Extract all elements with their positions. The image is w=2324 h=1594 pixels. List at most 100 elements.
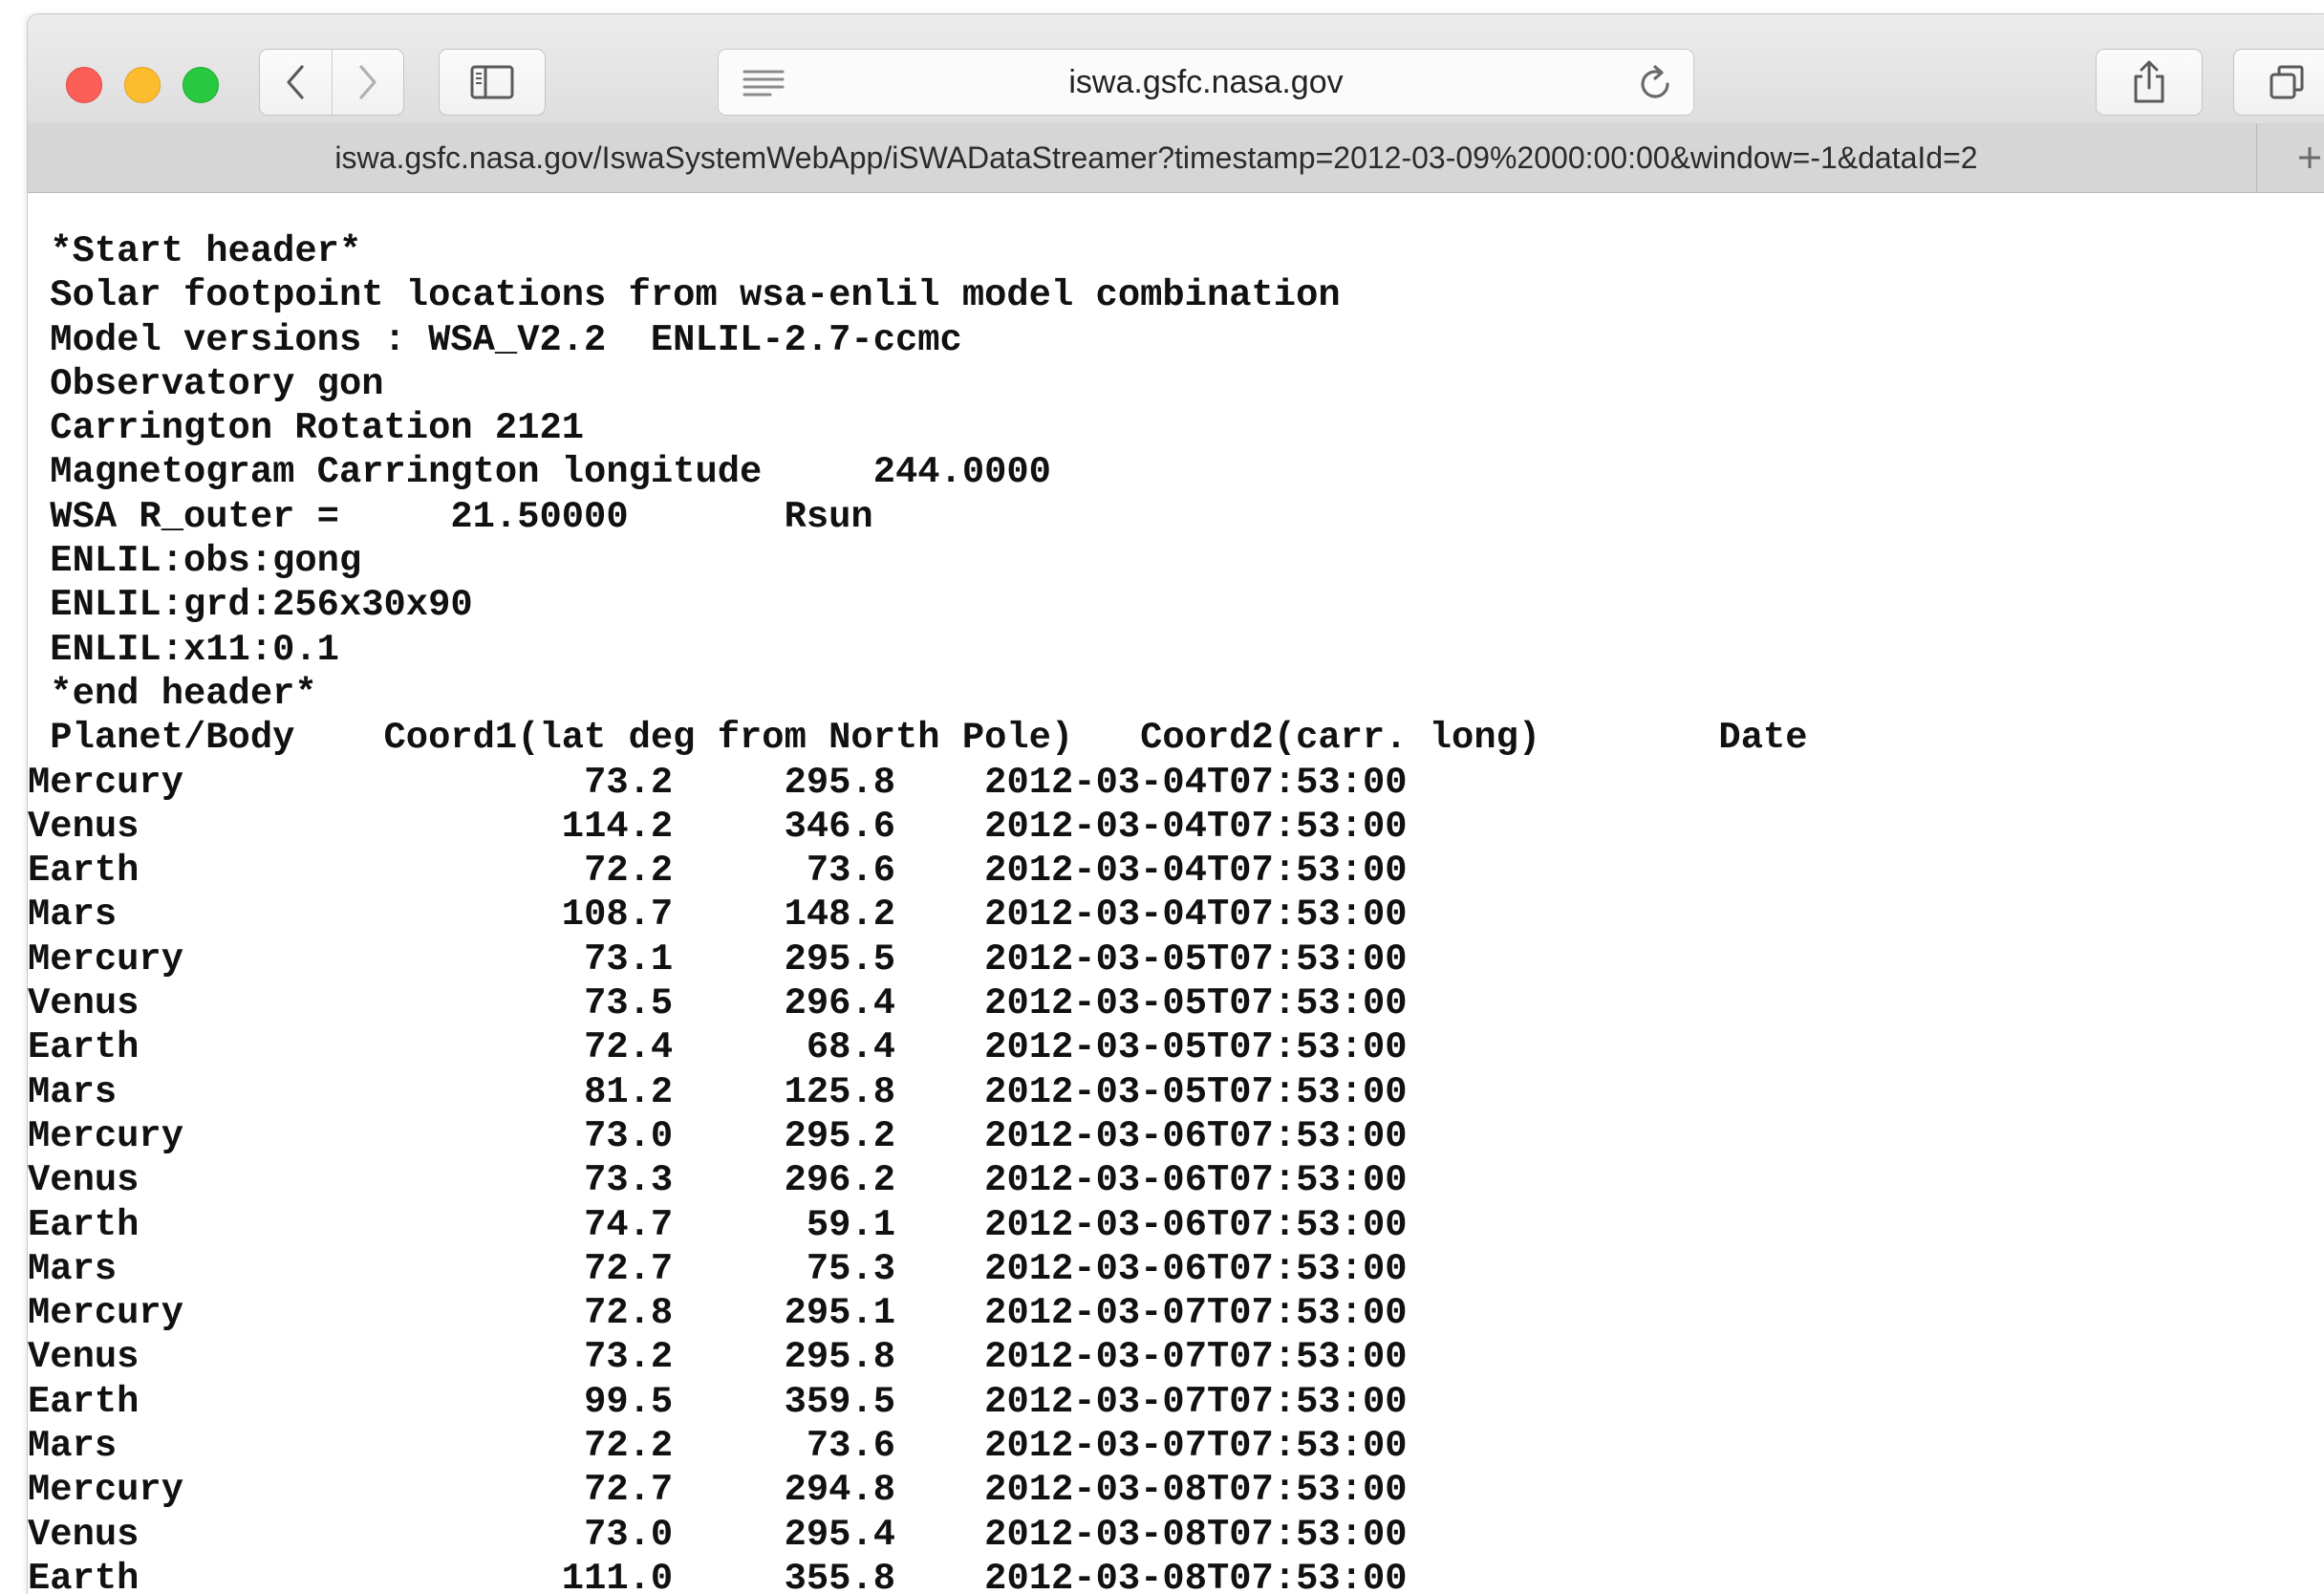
row-coord2: 359.5 bbox=[673, 1380, 896, 1423]
row-body: Venus bbox=[28, 982, 317, 1025]
page-content: *Start header* Solar footpoint locations… bbox=[28, 193, 2324, 1594]
row-coord1: 72.7 bbox=[539, 1247, 674, 1290]
header-line: *Start header* bbox=[28, 230, 362, 272]
row-coord2: 355.8 bbox=[673, 1557, 896, 1594]
header-line: Observatory gon bbox=[28, 362, 384, 405]
minimize-window-button[interactable] bbox=[124, 67, 161, 103]
row-coord1: 114.2 bbox=[539, 805, 674, 848]
table-row: Venus 73.0 295.4 2012-03-08T07:53:00 bbox=[28, 1513, 1808, 1557]
row-coord2: 296.4 bbox=[673, 982, 896, 1025]
row-date: 2012-03-05T07:53:00 bbox=[895, 937, 1408, 980]
row-date: 2012-03-07T07:53:00 bbox=[895, 1336, 1408, 1379]
table-row: Mars 72.2 73.6 2012-03-07T07:53:00 bbox=[28, 1424, 1808, 1468]
row-coord1: 72.2 bbox=[539, 850, 674, 893]
header-line: ENLIL:x11:0.1 bbox=[28, 628, 339, 671]
row-body: Venus bbox=[28, 805, 317, 848]
zoom-window-button[interactable] bbox=[183, 67, 219, 103]
row-date: 2012-03-08T07:53:00 bbox=[895, 1469, 1408, 1512]
data-text: *Start header* Solar footpoint locations… bbox=[28, 229, 1808, 1594]
browser-window: iswa.gsfc.nasa.gov iswa.gsfc.nasa.gov/Is… bbox=[27, 13, 2324, 1594]
row-date: 2012-03-07T07:53:00 bbox=[895, 1292, 1408, 1335]
row-coord2: 73.6 bbox=[673, 1425, 896, 1468]
row-coord1: 73.5 bbox=[539, 982, 674, 1025]
row-body: Mercury bbox=[28, 1469, 317, 1512]
header-line: Carrington Rotation 2121 bbox=[28, 407, 585, 450]
row-coord1: 73.2 bbox=[539, 761, 674, 804]
row-coord1: 74.7 bbox=[539, 1203, 674, 1246]
row-body: Mercury bbox=[28, 1292, 317, 1335]
chevron-right-icon bbox=[359, 65, 377, 99]
chevron-left-icon bbox=[287, 65, 304, 99]
row-date: 2012-03-07T07:53:00 bbox=[895, 1425, 1408, 1468]
row-body: Mercury bbox=[28, 1114, 317, 1157]
row-body: Earth bbox=[28, 1380, 317, 1423]
row-date: 2012-03-04T07:53:00 bbox=[895, 894, 1408, 937]
table-row: Mercury 73.2 295.8 2012-03-04T07:53:00 bbox=[28, 761, 1808, 805]
table-row: Earth 72.4 68.4 2012-03-05T07:53:00 bbox=[28, 1025, 1808, 1069]
row-coord2: 295.4 bbox=[673, 1513, 896, 1556]
row-coord1: 72.4 bbox=[539, 1026, 674, 1069]
table-row: Mars 72.7 75.3 2012-03-06T07:53:00 bbox=[28, 1247, 1808, 1291]
row-coord1: 108.7 bbox=[539, 894, 674, 937]
row-date: 2012-03-04T07:53:00 bbox=[895, 805, 1408, 848]
table-row: Venus 73.5 296.4 2012-03-05T07:53:00 bbox=[28, 981, 1808, 1025]
header-line: ENLIL:obs:gong bbox=[28, 540, 362, 583]
new-tab-button[interactable] bbox=[2256, 123, 2324, 192]
row-date: 2012-03-06T07:53:00 bbox=[895, 1247, 1408, 1290]
table-row: Venus 73.3 296.2 2012-03-06T07:53:00 bbox=[28, 1158, 1808, 1202]
row-coord1: 73.2 bbox=[539, 1336, 674, 1379]
sidebar-icon bbox=[470, 65, 514, 99]
row-date: 2012-03-08T07:53:00 bbox=[895, 1557, 1408, 1594]
row-coord2: 148.2 bbox=[673, 894, 896, 937]
table-row: Earth 74.7 59.1 2012-03-06T07:53:00 bbox=[28, 1203, 1808, 1247]
header-line: Solar footpoint locations from wsa-enlil… bbox=[28, 274, 1341, 317]
header-line: WSA R_outer = 21.50000 Rsun bbox=[28, 495, 873, 538]
plus-icon bbox=[2299, 147, 2320, 168]
close-window-button[interactable] bbox=[66, 67, 102, 103]
row-coord2: 75.3 bbox=[673, 1247, 896, 1290]
row-coord1: 73.3 bbox=[539, 1159, 674, 1202]
tabs-overview-icon bbox=[2270, 65, 2304, 99]
row-body: Venus bbox=[28, 1336, 317, 1379]
back-button[interactable] bbox=[260, 50, 333, 115]
row-body: Earth bbox=[28, 1557, 317, 1594]
tabs-overview-button[interactable] bbox=[2233, 49, 2324, 116]
row-body: Earth bbox=[28, 850, 317, 893]
row-body: Venus bbox=[28, 1159, 317, 1202]
table-row: Mercury 73.1 295.5 2012-03-05T07:53:00 bbox=[28, 937, 1808, 981]
row-body: Mars bbox=[28, 1070, 317, 1113]
row-coord1: 81.2 bbox=[539, 1070, 674, 1113]
header-line: Model versions : WSA_V2.2 ENLIL-2.7-ccmc bbox=[28, 318, 962, 361]
reload-icon[interactable] bbox=[1636, 63, 1674, 103]
share-button[interactable] bbox=[2096, 49, 2203, 116]
row-body: Mercury bbox=[28, 761, 317, 804]
table-row: Mercury 72.8 295.1 2012-03-07T07:53:00 bbox=[28, 1291, 1808, 1335]
table-row: Mars 108.7 148.2 2012-03-04T07:53:00 bbox=[28, 893, 1808, 937]
row-coord2: 73.6 bbox=[673, 850, 896, 893]
row-coord2: 294.8 bbox=[673, 1469, 896, 1512]
row-coord1: 99.5 bbox=[539, 1380, 674, 1423]
table-row: Mercury 72.7 294.8 2012-03-08T07:53:00 bbox=[28, 1468, 1808, 1512]
url-bar: iswa.gsfc.nasa.gov/IswaSystemWebApp/iSWA… bbox=[28, 123, 2324, 193]
header-line: Magnetogram Carrington longitude 244.000… bbox=[28, 451, 1051, 494]
row-coord2: 295.2 bbox=[673, 1114, 896, 1157]
address-host[interactable]: iswa.gsfc.nasa.gov bbox=[719, 50, 1693, 115]
header-line: *end header* bbox=[28, 672, 317, 715]
row-coord2: 295.8 bbox=[673, 761, 896, 804]
history-nav bbox=[259, 49, 404, 116]
row-date: 2012-03-05T07:53:00 bbox=[895, 1026, 1408, 1069]
row-date: 2012-03-05T07:53:00 bbox=[895, 982, 1408, 1025]
forward-button[interactable] bbox=[333, 50, 404, 115]
address-field[interactable]: iswa.gsfc.nasa.gov bbox=[718, 49, 1694, 116]
row-date: 2012-03-04T07:53:00 bbox=[895, 761, 1408, 804]
row-date: 2012-03-07T07:53:00 bbox=[895, 1380, 1408, 1423]
row-body: Earth bbox=[28, 1026, 317, 1069]
row-coord2: 59.1 bbox=[673, 1203, 896, 1246]
share-icon bbox=[2134, 60, 2164, 103]
row-coord1: 73.0 bbox=[539, 1114, 674, 1157]
sidebar-button[interactable] bbox=[439, 49, 546, 116]
row-date: 2012-03-08T07:53:00 bbox=[895, 1513, 1408, 1556]
full-url[interactable]: iswa.gsfc.nasa.gov/IswaSystemWebApp/iSWA… bbox=[28, 123, 2285, 192]
table-row: Mars 81.2 125.8 2012-03-05T07:53:00 bbox=[28, 1070, 1808, 1114]
table-row: Earth 72.2 73.6 2012-03-04T07:53:00 bbox=[28, 849, 1808, 893]
